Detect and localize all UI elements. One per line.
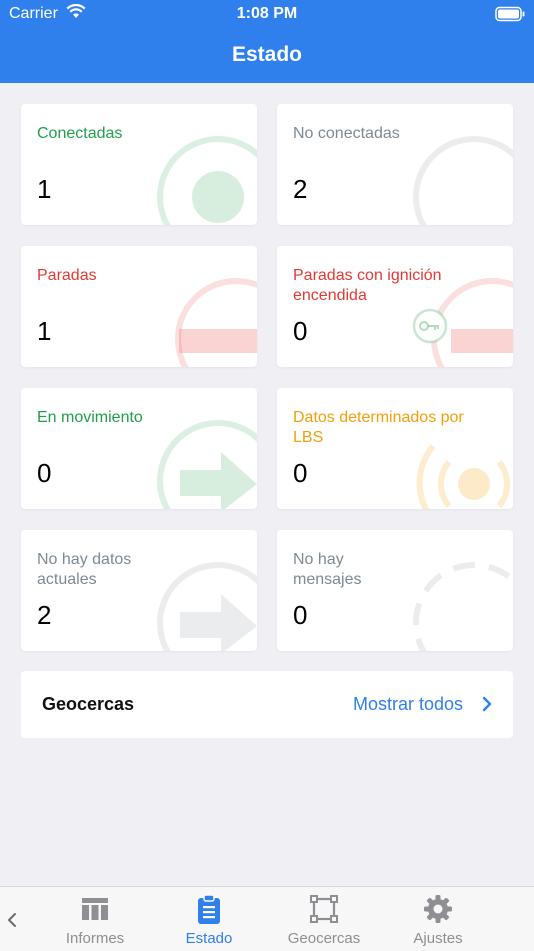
card-count: 0 <box>293 600 308 630</box>
chevron-right-icon[interactable] <box>481 695 493 713</box>
status-bar: Carrier 1:08 PM <box>0 0 534 30</box>
battery-icon <box>495 6 525 22</box>
card-count: 1 <box>37 174 52 204</box>
card-count: 1 <box>37 316 52 346</box>
card-count: 2 <box>293 174 308 204</box>
tab-label: Geocercas <box>287 930 361 947</box>
tab-bar: Informes Estado Geocercas Ajustes <box>0 886 534 951</box>
moving-arrow-icon <box>157 420 257 509</box>
page-title: Estado <box>231 43 302 66</box>
show-all-link[interactable]: Mostrar todos <box>353 694 463 715</box>
card-label: Paradas con ignición encendida <box>293 267 442 304</box>
card-stopped-ignition-on[interactable]: Paradas con ignición encendida 0 <box>277 246 513 367</box>
tab-estado[interactable]: Estado <box>159 887 259 951</box>
tab-informes[interactable]: Informes <box>45 887 145 951</box>
no-messages-dashed-icon <box>413 562 513 651</box>
card-label: No hay datos actuales <box>37 551 132 588</box>
tab-label: Ajustes <box>413 930 463 947</box>
card-label: Datos determinados por LBS <box>293 409 464 446</box>
tab-geocercas[interactable]: Geocercas <box>274 887 374 951</box>
geofence-icon <box>310 895 338 923</box>
not-connected-icon <box>413 136 513 225</box>
card-stopped[interactable]: Paradas 1 <box>21 246 257 367</box>
card-label: No conectadas <box>293 125 400 142</box>
tab-label: Estado <box>185 930 233 947</box>
no-data-arrow-icon <box>157 562 257 651</box>
stopped-icon <box>175 278 257 367</box>
tab-ajustes[interactable]: Ajustes <box>388 887 488 951</box>
reports-icon <box>82 898 108 920</box>
stopped-ignition-icon <box>412 278 513 367</box>
card-lbs[interactable]: Datos determinados por LBS 0 <box>277 388 513 509</box>
connected-icon <box>157 136 257 225</box>
geofences-title: Geocercas <box>42 694 135 714</box>
card-label: En movimiento <box>37 409 143 426</box>
geofences-row[interactable]: Geocercas Mostrar todos <box>21 671 513 738</box>
lbs-signal-icon <box>416 444 513 509</box>
card-count: 0 <box>293 316 308 346</box>
gear-icon <box>424 895 452 923</box>
top-bar: Carrier 1:08 PM Estado <box>0 0 534 83</box>
clock: 1:08 PM <box>236 5 298 22</box>
card-connected[interactable]: Conectadas 1 <box>21 104 257 225</box>
clipboard-icon <box>198 894 220 924</box>
card-count: 0 <box>293 458 308 488</box>
card-label: Paradas <box>37 267 97 284</box>
tab-label: Informes <box>65 930 125 947</box>
card-label: No hay mensajes <box>293 551 362 588</box>
card-moving[interactable]: En movimiento 0 <box>21 388 257 509</box>
card-no-messages[interactable]: No hay mensajes 0 <box>277 530 513 651</box>
card-not-connected[interactable]: No conectadas 2 <box>277 104 513 225</box>
card-label: Conectadas <box>37 125 123 142</box>
card-no-current-data[interactable]: No hay datos actuales 2 <box>21 530 257 651</box>
card-count: 0 <box>37 458 52 488</box>
chevron-left-icon[interactable] <box>6 911 18 929</box>
card-count: 2 <box>37 600 52 630</box>
